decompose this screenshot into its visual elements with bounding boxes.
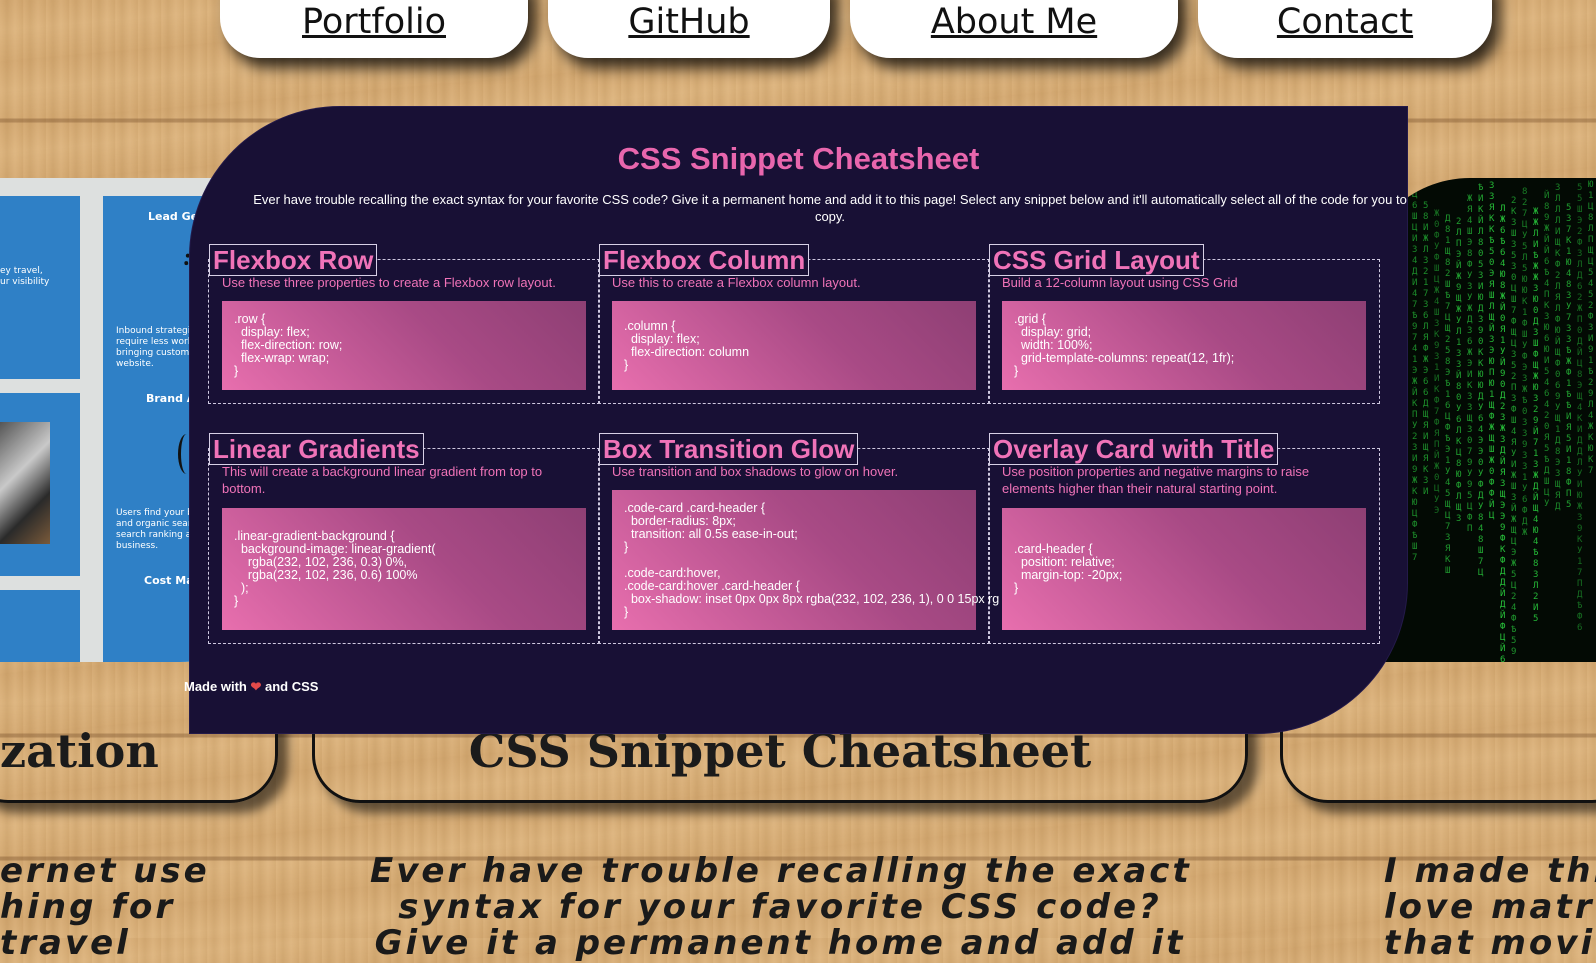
cheatsheet-preview[interactable]: CSS Snippet Cheatsheet Ever have trouble…	[184, 107, 1407, 733]
snippet-card[interactable]: CSS Grid Layout Build a 12-column layout…	[988, 244, 1380, 404]
matrix-glyph-column: ЖЯ4ШЭ8ФУЗУЖД36ЖЭИКЗ3ЩЗ079У95ЦФП	[1467, 194, 1473, 534]
matrix-glyph-column: Д81Щ82ШѢ7ЦЩ258ЭѢ16ЦФѢЭ1У45ЩЦ73ЯКШ	[1445, 214, 1451, 576]
snippet-code[interactable]: .code-card .card-header { border-radius:…	[612, 490, 999, 630]
matrix-glyph-column: ѢИКЙЛ8053ИЮД390ККЮЮДУ64ЭЭ0УФДУ848Ш7Ц	[1478, 183, 1484, 578]
snippet-card[interactable]: Flexbox Row Use these three properties t…	[208, 244, 600, 404]
nav-github-button[interactable]: GitHub	[548, 0, 830, 58]
nav-portfolio-label: Portfolio	[302, 2, 446, 42]
snippet-card[interactable]: Flexbox Column Use this to create a Flex…	[598, 244, 990, 404]
matrix-glyph-column: ЖЖЛИѢЖЖЗЮ0ДЗШФЩЖЮ329Й713ЖДЙЩ4Ю4Ѣ8ЗЛ2И5	[1533, 207, 1539, 624]
snippet-code[interactable]: .row { display: flex; flex-direction: ro…	[222, 301, 586, 390]
footer-suffix: and CSS	[261, 679, 319, 694]
nav-about-button[interactable]: About Me	[850, 0, 1178, 58]
matrix-glyph-column: Ю1Ц8ЛПЩЦ5452Ф3И91Ѣ29Л4ЖКЮК7	[1588, 180, 1594, 476]
snippet-title: Box Transition Glow	[599, 433, 859, 465]
snippet-title: Linear Gradients	[209, 433, 424, 465]
snippet-description: Use this to create a Flexbox column layo…	[612, 275, 861, 290]
cheatsheet-footer: Made with ❤ and CSS	[184, 679, 318, 695]
left-heading-3: Cost Ma	[144, 574, 194, 587]
project-desc-right: I made this love matr that movie	[1384, 851, 1596, 963]
nav-github-label: GitHub	[628, 2, 750, 42]
matrix-glyph-column: 827ЦУ5Л5ЮЮК1ФШУФЭЗЖѢ0ЗЗ9З31У6ФДЖ	[1522, 187, 1528, 538]
cheatsheet-intro: Ever have trouble recalling the exact sy…	[253, 192, 1407, 224]
matrix-glyph-column: 55ШЭ2Ф3ЛД62ЖП0ДЙЦ8ЭЩ4КИДДЛУИЮЖЗ9КУ17ПДѢФ…	[1577, 183, 1583, 633]
snippet-card[interactable]: Linear Gradients This will create a back…	[208, 433, 600, 644]
left-text-1: ey travel, ur visibility	[0, 266, 50, 287]
left-panel-3	[0, 590, 80, 662]
nav-contact-button[interactable]: Contact	[1198, 0, 1492, 58]
left-text-2: Inbound strategies require less work t b…	[116, 326, 201, 369]
matrix-glyph-column: Й89ЖЙЙ6Ѣ4ПК3Ю6ЮИ546420Я5ѢДШЦУ	[1544, 191, 1550, 509]
matrix-glyph-column: ЗЛЛЛИЩКФ2ЛЯЛФЮЙЩФ069УЩ1Д8ЭЗЩЯД	[1555, 183, 1561, 512]
nav-portfolio-button[interactable]: Portfolio	[220, 0, 528, 58]
matrix-glyph-column: 2ЛПЭЙЖ9ЩЖУЛ1З3Й80У6ЛКЦ8ЮФЛЩЗ	[1456, 217, 1462, 524]
snippet-card[interactable]: Overlay Card with Title Use position pro…	[988, 433, 1380, 644]
snippet-description: Use position properties and negative mar…	[1002, 464, 1310, 496]
footer-prefix: Made with	[184, 679, 251, 694]
snippet-description: This will create a background linear gra…	[222, 464, 543, 496]
matrix-glyph-column: 58ИЖЛ3217З6ЛЯФЖЭ66ДЩЯИЩЯКЗИ	[1423, 201, 1429, 497]
snippet-description: Use transition and box shadows to glow o…	[612, 464, 899, 479]
project-title-left: zation	[0, 724, 159, 778]
project-desc-center: Ever have trouble recalling the exact sy…	[370, 851, 1192, 963]
snippet-description: Use these three properties to create a F…	[222, 275, 556, 290]
nav-about-label: About Me	[930, 2, 1098, 42]
snippet-code[interactable]: .grid { display: grid; width: 100%; grid…	[1002, 301, 1366, 390]
matrix-glyph-column: 2К3ШЗ5З0ЦШ7ФЩЦЗ52П3ФШ4ЯУИЖШ3ЙЖЩЦЭЖ5Ц24ФѢ…	[1511, 196, 1517, 657]
project-desc-left: ernet use hing for travel	[0, 851, 210, 963]
matrix-glyph-column: ЛЖ6Ѣ64Ю8ЖЙ0Я1УЙ90Д23ЖЗДЙЯЗЩЭЭ9ФКФДДЙДЙФЦ…	[1500, 204, 1506, 662]
matrix-glyph-column: Ж0ФУФШЦЖ4Ш3К931ИКФ7ФЯПЙЖ0ЦУЭ	[1434, 209, 1440, 516]
snippet-title: Overlay Card with Title	[989, 433, 1279, 465]
snippet-code[interactable]: .column { display: flex; flex-direction:…	[612, 301, 976, 390]
matrix-glyph-column: 537К1Ю483У733ѢЖФ1ѢѢИЯ5И18ФП5	[1566, 203, 1572, 510]
project-title-pill-right	[1280, 707, 1596, 803]
matrix-glyph-column: ЗЗЯККѢ50ЭЯШЛЩЙЗЭЮПЮ1ЩФЖЩШЖ0ФФЙЦ	[1489, 181, 1495, 521]
left-heading-2: Brand A	[146, 392, 196, 405]
cheatsheet-title: CSS Snippet Cheatsheet	[617, 141, 980, 176]
snippet-code[interactable]: .linear-gradient-background { background…	[222, 508, 586, 630]
snippet-card[interactable]: Box Transition Glow Use transition and b…	[598, 433, 999, 644]
heart-icon: ❤	[250, 679, 262, 694]
snippet-code[interactable]: .card-header { position: relative; margi…	[1002, 508, 1366, 630]
snippet-description: Build a 12-column layout using CSS Grid	[1002, 275, 1238, 290]
snippet-title: CSS Grid Layout	[989, 244, 1204, 276]
tablet-image	[0, 422, 50, 544]
snippet-title: Flexbox Row	[209, 244, 378, 276]
nav-contact-label: Contact	[1276, 2, 1414, 42]
matrix-glyph-column: Ц6ШЦИЗ4ДИ47Ѣ9741ЭЖЙКПУ23И9ЖКЮЦФѢШ7	[1412, 190, 1418, 563]
snippet-title: Flexbox Column	[599, 244, 810, 276]
